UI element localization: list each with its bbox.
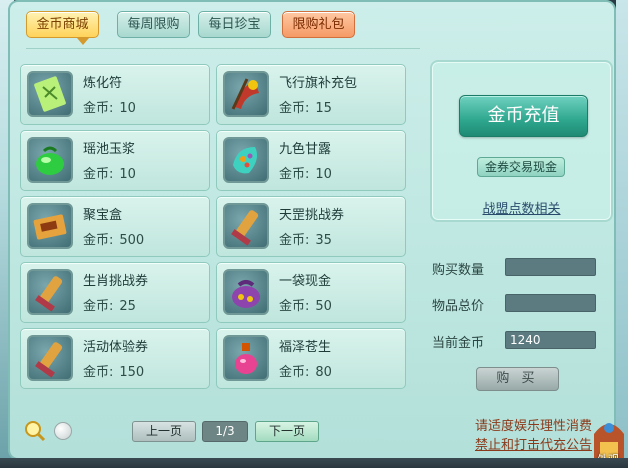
scroll-icon xyxy=(27,335,73,381)
tab-limited-pack[interactable]: 限购礼包 xyxy=(282,11,355,38)
item-price: 金币: 500 xyxy=(83,233,145,248)
recharge-button[interactable]: 金币充值 xyxy=(459,95,588,137)
item-price: 金币: 10 xyxy=(279,167,332,182)
quantity-input[interactable] xyxy=(505,258,596,276)
item-price: 金币: 50 xyxy=(279,299,332,314)
zoom-icon[interactable] xyxy=(24,420,46,442)
item-name: 生肖挑战券 xyxy=(83,274,149,289)
notice-anti-proxy-link[interactable]: 禁止和打击代充公告 xyxy=(475,434,592,453)
notice-moderation: 请适度娱乐理性消费 xyxy=(474,419,592,434)
shop-panel: 金币商城 每周限购 每日珍宝 限购礼包 炼化符 金币: 10 飞行旗补充包 金币:… xyxy=(8,0,616,460)
flag-pack-icon xyxy=(223,71,269,117)
item-name: 瑶池玉浆 xyxy=(83,142,136,157)
shop-item[interactable]: 活动体验券 金币: 150 xyxy=(20,328,210,389)
tab-weekly-limited[interactable]: 每周限购 xyxy=(117,11,190,38)
item-price: 金币: 25 xyxy=(83,299,136,314)
right-background-strip xyxy=(616,0,628,468)
item-name: 炼化符 xyxy=(83,76,123,91)
active-tab-pointer xyxy=(77,38,89,45)
scroll-icon xyxy=(223,203,269,249)
tab-daily-treasure[interactable]: 每日珍宝 xyxy=(198,11,271,38)
item-price: 金币: 10 xyxy=(83,167,136,182)
bottom-game-strip xyxy=(0,458,628,468)
recharge-box: 金币充值 金券交易现金 战盟点数相关 xyxy=(430,60,613,222)
total-field xyxy=(505,294,596,312)
item-price: 金币: 150 xyxy=(83,365,145,380)
exchange-button[interactable]: 金券交易现金 xyxy=(477,157,565,177)
shop-item[interactable]: 一袋现金 金币: 50 xyxy=(216,262,406,323)
item-name: 天罡挑战券 xyxy=(279,208,345,223)
nectar-gem-icon xyxy=(223,137,269,183)
tab-gold-mall[interactable]: 金币商城 xyxy=(26,11,99,38)
current-gold-label: 当前金币 xyxy=(432,336,485,351)
item-name: 一袋现金 xyxy=(279,274,332,289)
shop-item[interactable]: 飞行旗补充包 金币: 15 xyxy=(216,64,406,125)
shop-item[interactable]: 瑶池玉浆 金币: 10 xyxy=(20,130,210,191)
item-name: 飞行旗补充包 xyxy=(279,76,358,91)
next-page-button[interactable]: 下一页 xyxy=(255,421,319,442)
treasure-box-icon xyxy=(27,203,73,249)
buy-button[interactable]: 购 买 xyxy=(476,367,559,391)
item-price: 金币: 15 xyxy=(279,101,332,116)
shop-item[interactable]: 天罡挑战券 金币: 35 xyxy=(216,196,406,257)
total-label: 物品总价 xyxy=(432,299,485,314)
item-name: 聚宝盒 xyxy=(83,208,123,223)
item-name: 活动体验券 xyxy=(83,340,149,355)
page-indicator: 1/3 xyxy=(202,421,248,442)
quantity-label: 购买数量 xyxy=(432,263,485,278)
shop-item[interactable]: 炼化符 金币: 10 xyxy=(20,64,210,125)
shop-item[interactable]: 九色甘露 金币: 10 xyxy=(216,130,406,191)
item-price: 金币: 35 xyxy=(279,233,332,248)
item-price: 金币: 10 xyxy=(83,101,136,116)
current-gold-field: 1240 xyxy=(505,331,596,349)
toggle-circle-button[interactable] xyxy=(54,422,72,440)
item-name: 福泽苍生 xyxy=(279,340,332,355)
green-pouch-icon xyxy=(27,137,73,183)
talisman-icon xyxy=(27,71,73,117)
shop-item[interactable]: 生肖挑战券 金币: 25 xyxy=(20,262,210,323)
item-price: 金币: 80 xyxy=(279,365,332,380)
prev-page-button[interactable]: 上一页 xyxy=(132,421,196,442)
points-link[interactable]: 战盟点数相关 xyxy=(432,198,611,217)
money-bag-icon xyxy=(223,269,269,315)
tab-divider xyxy=(26,48,420,49)
shop-item[interactable]: 福泽苍生 金币: 80 xyxy=(216,328,406,389)
potion-bottle-icon xyxy=(223,335,269,381)
scroll-icon xyxy=(27,269,73,315)
item-name: 九色甘露 xyxy=(279,142,332,157)
shop-item[interactable]: 聚宝盒 金币: 500 xyxy=(20,196,210,257)
